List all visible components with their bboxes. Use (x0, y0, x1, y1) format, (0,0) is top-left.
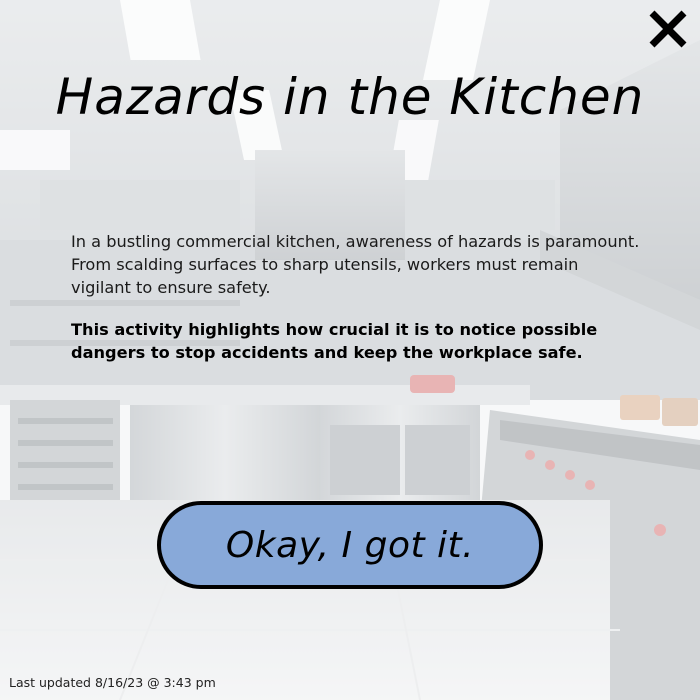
intro-paragraph: In a bustling commercial kitchen, awaren… (71, 232, 640, 297)
activity-paragraph: This activity highlights how crucial it … (71, 320, 598, 362)
dialog-title: Hazards in the Kitchen (55, 68, 645, 126)
close-icon (649, 10, 687, 48)
dialog-body: In a bustling commercial kitchen, awaren… (71, 230, 641, 364)
confirm-button-label: Okay, I got it. (225, 524, 475, 566)
confirm-button[interactable]: Okay, I got it. (157, 501, 543, 589)
last-updated-text: Last updated 8/16/23 @ 3:43 pm (9, 675, 216, 690)
close-button[interactable] (645, 6, 691, 52)
